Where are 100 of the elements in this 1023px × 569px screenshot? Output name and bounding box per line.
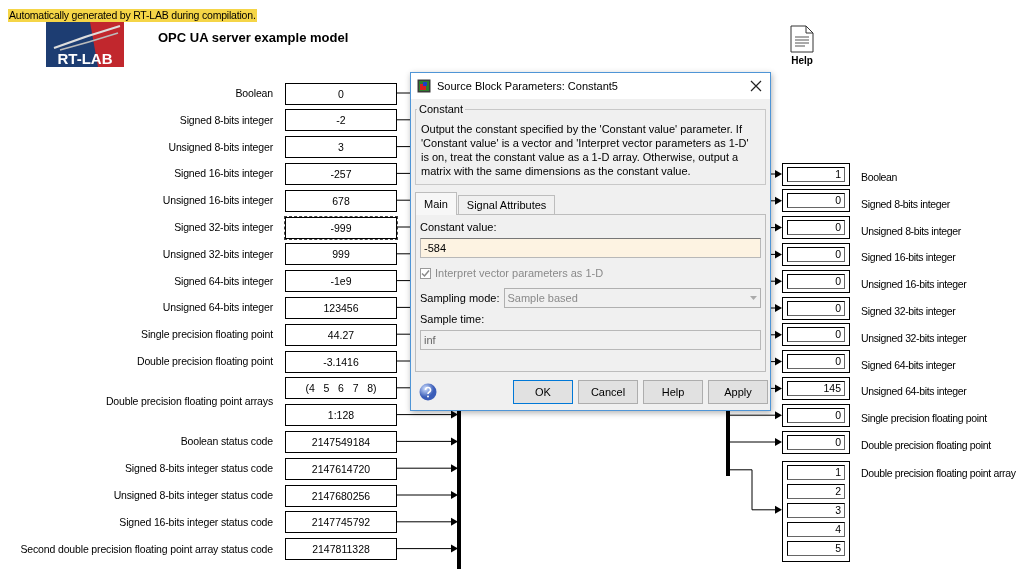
constant-block[interactable]: -1e9	[285, 270, 397, 293]
signal-line	[396, 360, 411, 362]
display-block[interactable]: 0	[782, 189, 850, 213]
constant-block[interactable]: -2	[285, 109, 397, 132]
signal-arrow	[770, 250, 782, 259]
signal-line	[396, 387, 411, 389]
constant-block[interactable]: 0	[285, 82, 397, 105]
display-value: 4	[787, 521, 845, 537]
display-value: 5	[787, 540, 845, 556]
constant-block[interactable]: -257	[285, 162, 397, 185]
signal-arrow	[729, 411, 782, 420]
dialog-button[interactable]: Cancel	[578, 380, 638, 404]
constant-block[interactable]: 678	[285, 189, 397, 212]
signal-arrow	[770, 357, 782, 366]
constant-block[interactable]: 2147549184	[285, 430, 397, 453]
constant-block[interactable]: 2147680256	[285, 484, 397, 507]
signal-line	[396, 119, 411, 121]
constant-block[interactable]: 2147745792	[285, 511, 397, 534]
signal-line	[396, 333, 411, 335]
constant-block[interactable]: -3.1416	[285, 350, 397, 373]
display-value: 3	[787, 502, 845, 518]
constant-block[interactable]: 1:128	[285, 404, 397, 427]
display-block[interactable]: 0	[782, 323, 850, 347]
constant-block[interactable]: 44.27	[285, 323, 397, 346]
field-label: Sampling mode:	[420, 292, 500, 304]
signal-label: Double precision floating point arrays	[105, 394, 273, 409]
signal-label: Signed 32-bits integer	[861, 304, 956, 318]
signal-arrow	[729, 469, 782, 514]
display-block[interactable]: 145	[782, 376, 850, 400]
signal-line	[396, 226, 411, 228]
tab[interactable]: Main	[415, 192, 457, 215]
display-value: 1	[787, 166, 845, 182]
signal-label: Signed 64-bits integer	[861, 357, 956, 372]
dialog-button[interactable]: Help	[643, 380, 703, 404]
signal-arrow	[770, 384, 782, 393]
display-block[interactable]: 0	[782, 242, 850, 266]
help-block-label: Help	[791, 55, 813, 66]
checkbox-label: Interpret vector parameters as 1-D	[435, 267, 604, 279]
display-value: 0	[787, 246, 845, 262]
signal-label: Unsigned 64-bits integer	[861, 384, 967, 399]
signal-arrow	[770, 196, 782, 205]
tab[interactable]: Signal Attributes	[457, 195, 556, 214]
display-value: 0	[787, 220, 845, 236]
signal-label: Unsigned 8-bits integer	[168, 139, 273, 154]
display-block[interactable]: 1	[782, 162, 850, 186]
signal-label: Unsigned 8-bits integer	[861, 223, 961, 238]
signal-arrow	[396, 464, 458, 473]
signal-label: Boolean	[861, 170, 898, 184]
signal-label: Double precision floating point	[136, 354, 273, 368]
dialog-title: Source Block Parameters: Constant5	[437, 80, 619, 92]
model-title: OPC UA server example model	[158, 30, 349, 45]
document-icon[interactable]	[790, 25, 814, 53]
display-block[interactable]: 0	[782, 430, 850, 454]
signal-line	[396, 280, 411, 282]
signal-label: Signed 8-bits integer status code	[125, 461, 273, 476]
signal-label: Signed 64-bits integer	[174, 273, 273, 288]
constant-block[interactable]: 2147614720	[285, 457, 397, 480]
signal-label: Unsigned 64-bits integer	[162, 300, 273, 315]
signal-arrow	[396, 517, 458, 526]
display-block[interactable]: 0	[782, 403, 850, 427]
display-value: 0	[787, 434, 845, 450]
dialog-button[interactable]: OK	[513, 380, 573, 404]
display-block[interactable]: 0	[782, 216, 850, 240]
signal-label: Unsigned 8-bits integer status code	[113, 488, 273, 502]
signal-label: Boolean status code	[180, 434, 273, 449]
close-button[interactable]	[750, 80, 762, 92]
signal-arrow	[396, 544, 458, 553]
signal-line	[396, 306, 411, 308]
dialog-button[interactable]: Apply	[708, 380, 768, 404]
display-value: 0	[787, 354, 845, 370]
signal-line	[396, 172, 411, 174]
display-block[interactable]: 0	[782, 269, 850, 293]
signal-label: Unsigned 32-bits integer	[861, 330, 967, 345]
signal-arrow	[396, 410, 458, 419]
signal-arrow	[396, 491, 458, 499]
signal-label: Second double precision floating point array status code	[20, 541, 273, 556]
signal-line	[396, 146, 411, 148]
constant-block[interactable]: -999	[285, 216, 397, 239]
display-block[interactable]: 0	[782, 296, 850, 320]
display-value: 1	[787, 464, 845, 480]
constant-block[interactable]: 3	[285, 136, 397, 159]
constant-block[interactable]: 123456	[285, 296, 397, 319]
help-icon[interactable]	[419, 383, 437, 401]
close-icon	[750, 80, 762, 92]
display-block[interactable]: 0	[782, 350, 850, 374]
display-block[interactable]: 1 2 3 4 5	[782, 460, 850, 562]
constant-block[interactable]: 2147811328	[285, 538, 397, 561]
signal-label: Signed 32-bits integer	[174, 220, 273, 234]
signal-arrow	[770, 223, 782, 232]
signal-label: Signed 8-bits integer	[861, 196, 950, 211]
constant-block[interactable]: 999	[285, 243, 397, 266]
display-value: 145	[787, 380, 845, 396]
constant-value-field[interactable]: -584	[420, 238, 761, 258]
signal-label: Single precision floating point	[141, 327, 273, 342]
signal-label: Double precision floating point	[861, 438, 991, 452]
field-label: Constant value:	[420, 221, 498, 233]
field-label: Sample time:	[420, 313, 486, 325]
block-icon	[417, 79, 431, 93]
constant-block[interactable]: (4 5 6 7 8)	[285, 377, 397, 400]
signal-line	[396, 92, 411, 94]
